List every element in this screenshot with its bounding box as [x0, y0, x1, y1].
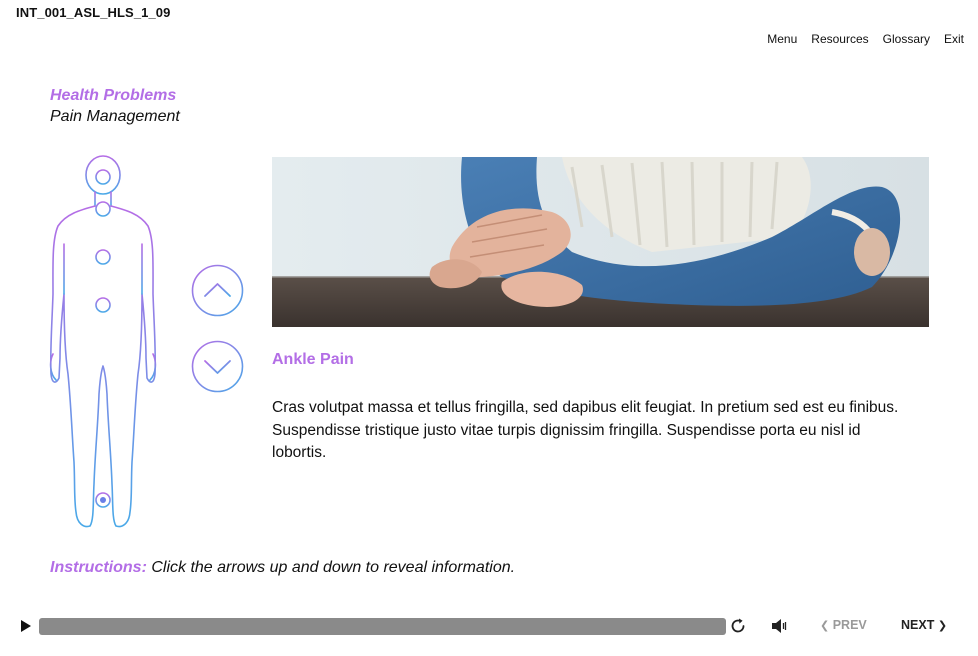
top-nav: Menu Resources Glossary Exit	[767, 32, 964, 46]
page-heading: Health Problems Pain Management	[50, 86, 180, 128]
resources-link[interactable]: Resources	[811, 32, 868, 46]
content-body: Cras volutpat massa et tellus fringilla,…	[272, 399, 899, 461]
volume-icon[interactable]	[771, 618, 789, 634]
content-title: Ankle Pain	[272, 351, 354, 368]
section-title: Health Problems	[50, 87, 177, 104]
course-id: INT_001_ASL_HLS_1_09	[16, 5, 171, 20]
progress-bar[interactable]	[39, 618, 726, 635]
body-figure-icon	[49, 155, 157, 528]
prev-label: PREV	[832, 618, 867, 632]
instructions: Instructions: Click the arrows up and do…	[50, 559, 515, 577]
next-label: NEXT	[901, 618, 935, 632]
topic-title: Pain Management	[50, 108, 180, 125]
menu-link[interactable]: Menu	[767, 32, 797, 46]
prev-button[interactable]: ❮ PREV	[820, 618, 867, 632]
exit-link[interactable]: Exit	[944, 32, 964, 46]
instructions-text: Click the arrows up and down to reveal i…	[146, 559, 516, 576]
next-button[interactable]: NEXT ❯	[901, 618, 947, 632]
play-icon[interactable]	[18, 619, 32, 633]
media-player: ❮ PREV NEXT ❯	[0, 610, 978, 642]
chevron-left-icon: ❮	[820, 620, 830, 632]
instructions-lead: Instructions:	[50, 559, 147, 576]
chevron-down-icon[interactable]	[191, 340, 244, 393]
ankle-pain-photo	[272, 157, 929, 327]
chevron-right-icon: ❯	[937, 620, 948, 632]
glossary-link[interactable]: Glossary	[883, 32, 930, 46]
chevron-up-icon[interactable]	[191, 264, 244, 317]
replay-icon[interactable]	[729, 617, 747, 635]
